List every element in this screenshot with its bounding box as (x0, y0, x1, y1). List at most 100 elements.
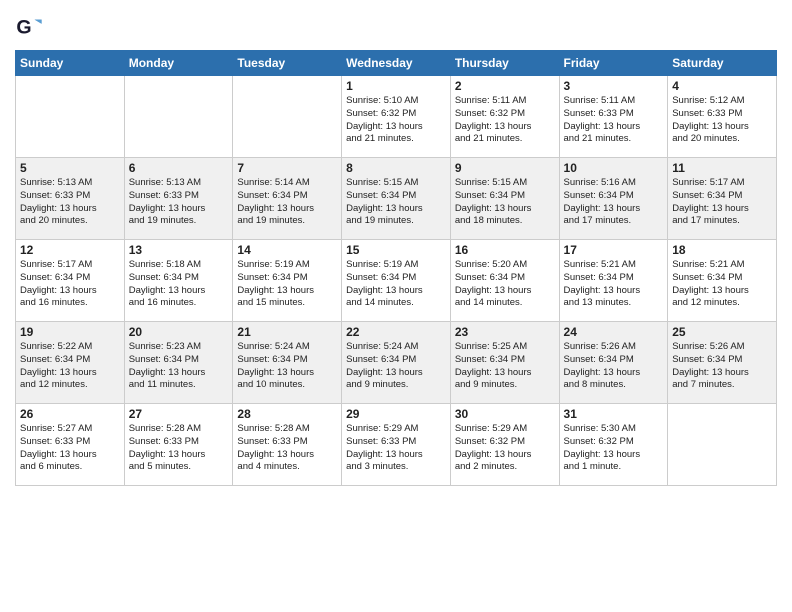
logo: G (15, 14, 47, 42)
day-number: 28 (237, 407, 337, 421)
calendar-cell: 20 Sunrise: 5:23 AM Sunset: 6:34 PM Dayli… (124, 322, 233, 404)
calendar-cell: 21 Sunrise: 5:24 AM Sunset: 6:34 PM Dayli… (233, 322, 342, 404)
weekday-monday: Monday (124, 51, 233, 76)
day-number: 31 (564, 407, 664, 421)
day-info: Sunrise: 5:10 AM Sunset: 6:32 PM Dayligh… (346, 95, 446, 146)
calendar-cell: 4 Sunrise: 5:12 AM Sunset: 6:33 PM Daylig… (668, 76, 777, 158)
day-number: 3 (564, 79, 664, 93)
calendar-cell: 10Sunrise: 5:16 AM Sunset: 6:34 PM Dayli… (559, 158, 668, 240)
week-row-2: 5 Sunrise: 5:13 AM Sunset: 6:33 PM Daylig… (16, 158, 777, 240)
logo-icon: G (15, 14, 43, 42)
day-info: Sunrise: 5:25 AM Sunset: 6:34 PM Dayligh… (455, 341, 555, 392)
day-number: 8 (346, 161, 446, 175)
weekday-tuesday: Tuesday (233, 51, 342, 76)
week-row-3: 12 Sunrise: 5:17 AM Sunset: 6:34 PM Dayli… (16, 240, 777, 322)
weekday-friday: Friday (559, 51, 668, 76)
calendar-cell: 27Sunrise: 5:28 AM Sunset: 6:33 PM Dayli… (124, 404, 233, 486)
week-row-5: 26 Sunrise: 5:27 AM Sunset: 6:33 PM Dayli… (16, 404, 777, 486)
calendar-cell: 30 Sunrise: 5:29 AM Sunset: 6:32 PM Dayli… (450, 404, 559, 486)
day-number: 17 (564, 243, 664, 257)
calendar-cell: 15Sunrise: 5:19 AM Sunset: 6:34 PM Dayli… (342, 240, 451, 322)
day-number: 20 (129, 325, 229, 339)
day-number: 6 (129, 161, 229, 175)
weekday-wednesday: Wednesday (342, 51, 451, 76)
day-number: 21 (237, 325, 337, 339)
day-info: Sunrise: 5:21 AM Sunset: 6:34 PM Dayligh… (672, 259, 772, 310)
calendar-cell: 25 Sunrise: 5:26 AM Sunset: 6:34 PM Dayli… (668, 322, 777, 404)
day-info: Sunrise: 5:24 AM Sunset: 6:34 PM Dayligh… (346, 341, 446, 392)
day-info: Sunrise: 5:11 AM Sunset: 6:33 PM Dayligh… (564, 95, 664, 146)
calendar-cell: 8 Sunrise: 5:15 AM Sunset: 6:34 PM Daylig… (342, 158, 451, 240)
day-number: 13 (129, 243, 229, 257)
day-info: Sunrise: 5:17 AM Sunset: 6:34 PM Dayligh… (20, 259, 120, 310)
calendar-cell: 14Sunrise: 5:19 AM Sunset: 6:34 PM Dayli… (233, 240, 342, 322)
day-number: 2 (455, 79, 555, 93)
calendar-cell: 3 Sunrise: 5:11 AM Sunset: 6:33 PM Daylig… (559, 76, 668, 158)
day-number: 9 (455, 161, 555, 175)
calendar-cell: 22 Sunrise: 5:24 AM Sunset: 6:34 PM Dayli… (342, 322, 451, 404)
calendar-cell: 31 Sunrise: 5:30 AM Sunset: 6:32 PM Dayli… (559, 404, 668, 486)
day-number: 7 (237, 161, 337, 175)
header: G (15, 10, 777, 42)
day-number: 22 (346, 325, 446, 339)
weekday-saturday: Saturday (668, 51, 777, 76)
day-number: 25 (672, 325, 772, 339)
day-number: 23 (455, 325, 555, 339)
weekday-header-row: SundayMondayTuesdayWednesdayThursdayFrid… (16, 51, 777, 76)
day-info: Sunrise: 5:23 AM Sunset: 6:34 PM Dayligh… (129, 341, 229, 392)
day-number: 26 (20, 407, 120, 421)
day-info: Sunrise: 5:22 AM Sunset: 6:34 PM Dayligh… (20, 341, 120, 392)
day-info: Sunrise: 5:12 AM Sunset: 6:33 PM Dayligh… (672, 95, 772, 146)
day-info: Sunrise: 5:20 AM Sunset: 6:34 PM Dayligh… (455, 259, 555, 310)
calendar-cell (16, 76, 125, 158)
day-info: Sunrise: 5:26 AM Sunset: 6:34 PM Dayligh… (564, 341, 664, 392)
calendar-cell: 26 Sunrise: 5:27 AM Sunset: 6:33 PM Dayli… (16, 404, 125, 486)
calendar-cell: 9 Sunrise: 5:15 AM Sunset: 6:34 PM Daylig… (450, 158, 559, 240)
week-row-4: 19Sunrise: 5:22 AM Sunset: 6:34 PM Dayli… (16, 322, 777, 404)
day-info: Sunrise: 5:13 AM Sunset: 6:33 PM Dayligh… (129, 177, 229, 228)
week-row-1: 1Sunrise: 5:10 AM Sunset: 6:32 PM Daylig… (16, 76, 777, 158)
day-info: Sunrise: 5:21 AM Sunset: 6:34 PM Dayligh… (564, 259, 664, 310)
day-number: 10 (564, 161, 664, 175)
calendar-cell: 28Sunrise: 5:28 AM Sunset: 6:33 PM Dayli… (233, 404, 342, 486)
day-number: 30 (455, 407, 555, 421)
day-number: 12 (20, 243, 120, 257)
day-number: 14 (237, 243, 337, 257)
day-number: 16 (455, 243, 555, 257)
day-info: Sunrise: 5:30 AM Sunset: 6:32 PM Dayligh… (564, 423, 664, 474)
calendar-cell: 19Sunrise: 5:22 AM Sunset: 6:34 PM Dayli… (16, 322, 125, 404)
calendar-cell: 7 Sunrise: 5:14 AM Sunset: 6:34 PM Daylig… (233, 158, 342, 240)
calendar-cell: 29 Sunrise: 5:29 AM Sunset: 6:33 PM Dayli… (342, 404, 451, 486)
day-info: Sunrise: 5:15 AM Sunset: 6:34 PM Dayligh… (346, 177, 446, 228)
day-info: Sunrise: 5:26 AM Sunset: 6:34 PM Dayligh… (672, 341, 772, 392)
calendar-cell (124, 76, 233, 158)
day-number: 5 (20, 161, 120, 175)
day-info: Sunrise: 5:29 AM Sunset: 6:32 PM Dayligh… (455, 423, 555, 474)
day-info: Sunrise: 5:17 AM Sunset: 6:34 PM Dayligh… (672, 177, 772, 228)
day-info: Sunrise: 5:14 AM Sunset: 6:34 PM Dayligh… (237, 177, 337, 228)
calendar-cell: 2Sunrise: 5:11 AM Sunset: 6:32 PM Daylig… (450, 76, 559, 158)
day-info: Sunrise: 5:15 AM Sunset: 6:34 PM Dayligh… (455, 177, 555, 228)
day-number: 29 (346, 407, 446, 421)
weekday-thursday: Thursday (450, 51, 559, 76)
day-number: 15 (346, 243, 446, 257)
calendar-cell: 11 Sunrise: 5:17 AM Sunset: 6:34 PM Dayli… (668, 158, 777, 240)
day-info: Sunrise: 5:29 AM Sunset: 6:33 PM Dayligh… (346, 423, 446, 474)
calendar-cell: 6 Sunrise: 5:13 AM Sunset: 6:33 PM Daylig… (124, 158, 233, 240)
calendar-cell: 12 Sunrise: 5:17 AM Sunset: 6:34 PM Dayli… (16, 240, 125, 322)
day-info: Sunrise: 5:24 AM Sunset: 6:34 PM Dayligh… (237, 341, 337, 392)
calendar-cell: 17 Sunrise: 5:21 AM Sunset: 6:34 PM Dayli… (559, 240, 668, 322)
calendar-cell (233, 76, 342, 158)
calendar-cell: 13Sunrise: 5:18 AM Sunset: 6:34 PM Dayli… (124, 240, 233, 322)
calendar-cell (668, 404, 777, 486)
day-number: 27 (129, 407, 229, 421)
calendar-cell: 18Sunrise: 5:21 AM Sunset: 6:34 PM Dayli… (668, 240, 777, 322)
calendar-cell: 1Sunrise: 5:10 AM Sunset: 6:32 PM Daylig… (342, 76, 451, 158)
day-number: 24 (564, 325, 664, 339)
day-number: 11 (672, 161, 772, 175)
calendar-cell: 23 Sunrise: 5:25 AM Sunset: 6:34 PM Dayli… (450, 322, 559, 404)
day-number: 4 (672, 79, 772, 93)
day-info: Sunrise: 5:27 AM Sunset: 6:33 PM Dayligh… (20, 423, 120, 474)
calendar-table: SundayMondayTuesdayWednesdayThursdayFrid… (15, 50, 777, 486)
day-info: Sunrise: 5:13 AM Sunset: 6:33 PM Dayligh… (20, 177, 120, 228)
